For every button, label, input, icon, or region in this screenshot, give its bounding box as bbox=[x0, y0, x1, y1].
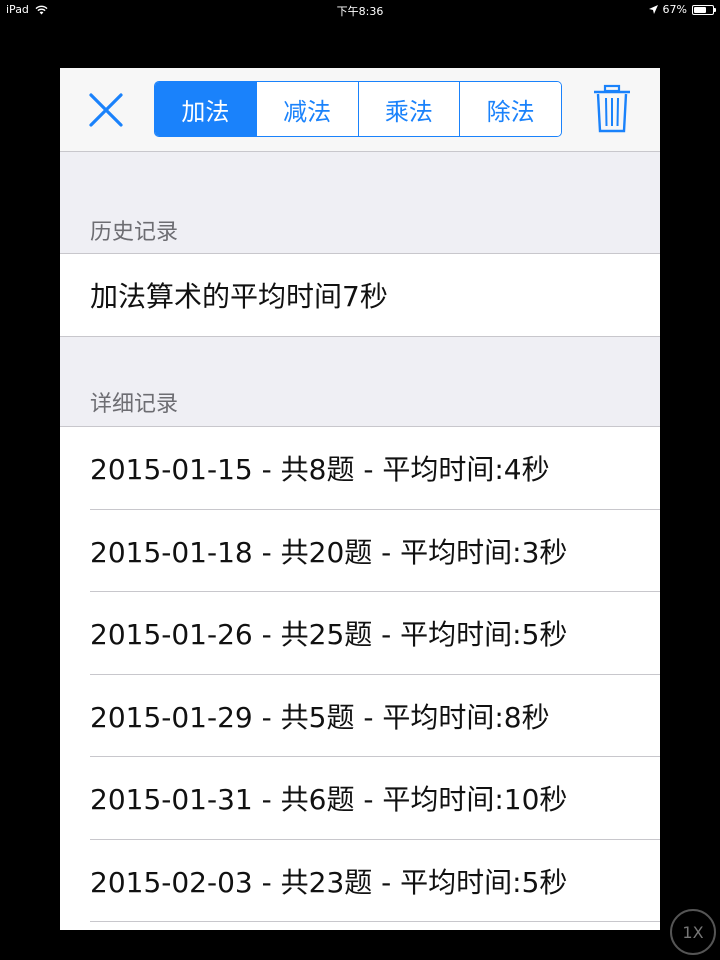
status-bar: iPad 下午8:36 67% bbox=[0, 0, 720, 20]
status-time: 下午8:36 bbox=[336, 5, 384, 18]
details-list: 2015-01-15 - 共8题 - 平均时间:4秒 2015-01-18 - … bbox=[60, 426, 660, 930]
segment-subtraction[interactable]: 减法 bbox=[255, 82, 358, 136]
list-item[interactable]: 2015-01-29 - 共5题 - 平均时间:8秒 bbox=[60, 675, 660, 758]
history-modal: 加法 减法 乘法 除法 历史记录 加法算术的平均时间7秒 详细记录 2015-0… bbox=[60, 68, 660, 930]
segment-multiplication[interactable]: 乘法 bbox=[357, 82, 460, 136]
segment-addition[interactable]: 加法 bbox=[155, 82, 256, 136]
list-item[interactable]: 2015-02-03 - 共23题 - 平均时间:5秒 bbox=[60, 840, 660, 923]
close-button[interactable] bbox=[86, 90, 126, 130]
list-item[interactable]: 2015-01-15 - 共8题 - 平均时间:4秒 bbox=[60, 427, 660, 510]
battery-percent: 67% bbox=[662, 3, 687, 16]
operation-segmented-control: 加法 减法 乘法 除法 bbox=[154, 81, 562, 137]
details-section-header: 详细记录 bbox=[90, 392, 179, 417]
battery-icon bbox=[692, 4, 716, 15]
history-section-header: 历史记录 bbox=[90, 220, 179, 245]
battery-fill bbox=[694, 6, 707, 13]
trash-icon bbox=[594, 84, 630, 133]
zoom-1x-button[interactable]: 1X bbox=[670, 909, 716, 955]
toolbar: 加法 减法 乘法 除法 bbox=[60, 68, 660, 152]
status-right: 67% bbox=[648, 3, 716, 16]
list-item[interactable]: 2015-01-31 - 共6题 - 平均时间:10秒 bbox=[60, 757, 660, 840]
list-item[interactable]: 2015-01-26 - 共25题 - 平均时间:5秒 bbox=[60, 592, 660, 675]
close-icon bbox=[89, 93, 123, 127]
list-item[interactable]: 2015-01-18 - 共20题 - 平均时间:3秒 bbox=[60, 510, 660, 593]
segment-division[interactable]: 除法 bbox=[459, 82, 561, 136]
history-cell-group: 加法算术的平均时间7秒 bbox=[60, 253, 660, 337]
delete-button[interactable] bbox=[590, 84, 634, 134]
history-summary: 加法算术的平均时间7秒 bbox=[90, 280, 388, 313]
location-arrow-icon bbox=[648, 5, 658, 14]
